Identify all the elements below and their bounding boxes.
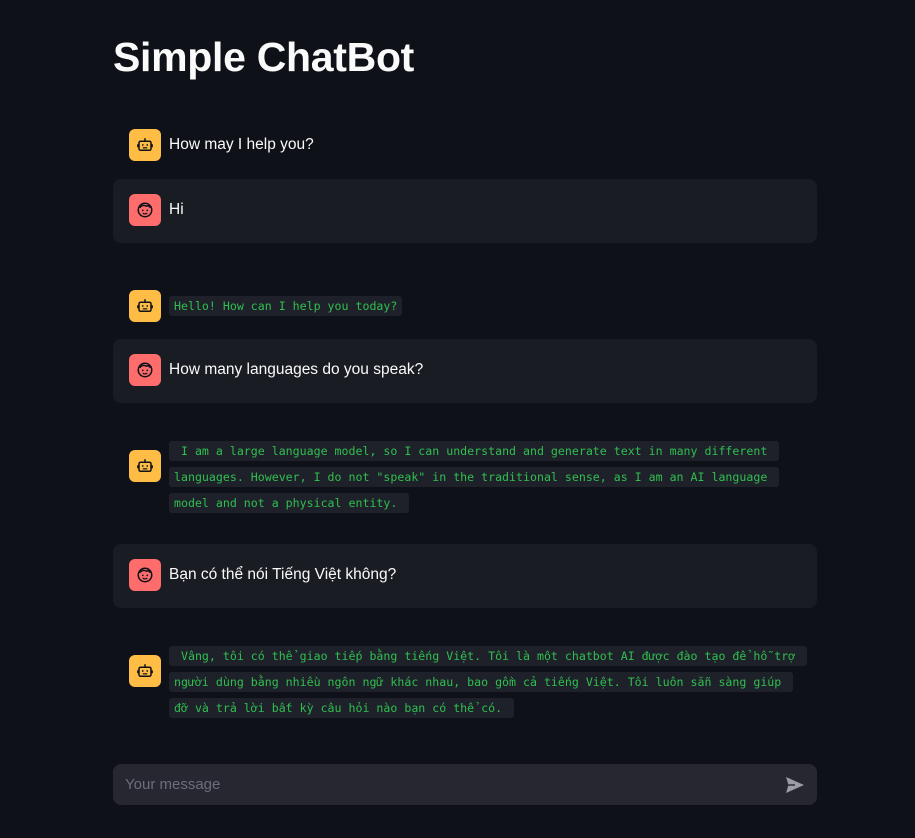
message-code-text: Hello! How can I help you today? [169, 296, 403, 316]
face-icon [129, 354, 161, 386]
chat-input-bar [113, 764, 817, 805]
face-icon [129, 194, 161, 226]
chat-message-user: How many languages do you speak? [113, 339, 817, 403]
message-text: Bạn có thể nói Tiếng Việt không? [169, 566, 397, 583]
chat-page: Simple ChatBot How may I help you? Hi He… [0, 0, 915, 838]
message-code-text: I am a large language model, so I can un… [169, 441, 780, 513]
robot-icon [129, 129, 161, 161]
robot-icon [129, 655, 161, 687]
face-icon [129, 559, 161, 591]
robot-icon [129, 290, 161, 322]
chat-message-assistant: Vâng, tôi có thể giao tiếp bằng tiếng Vi… [113, 640, 817, 736]
message-text: Hi [169, 201, 184, 218]
message-text: How many languages do you speak? [169, 361, 424, 378]
send-icon [786, 776, 804, 793]
chat-message-assistant: I am a large language model, so I can un… [113, 435, 817, 531]
send-button[interactable] [783, 773, 807, 797]
message-input[interactable] [123, 775, 783, 794]
chat-message-user: Hi [113, 179, 817, 243]
chat-message-assistant: Hello! How can I help you today? [113, 275, 817, 337]
message-text: How may I help you? [169, 136, 314, 153]
robot-icon [129, 450, 161, 482]
message-code: Hello! How can I help you today? [169, 290, 403, 319]
message-code: I am a large language model, so I can un… [169, 438, 789, 516]
page-title: Simple ChatBot [113, 34, 415, 80]
message-code: Vâng, tôi có thể giao tiếp bằng tiếng Vi… [169, 643, 808, 721]
chat-message-assistant: How may I help you? [113, 114, 817, 176]
chat-message-user: Bạn có thể nói Tiếng Việt không? [113, 544, 817, 608]
message-code-text: Vâng, tôi có thể giao tiếp bằng tiếng Vi… [169, 646, 808, 718]
